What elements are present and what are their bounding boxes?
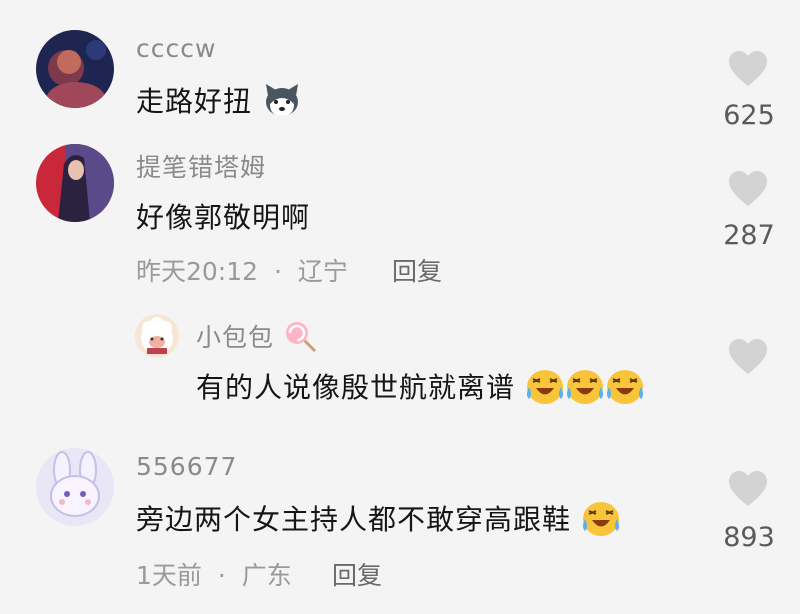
heart-icon (729, 339, 767, 374)
username[interactable]: 提笔错塔姆 (136, 148, 266, 184)
comment-meta: 1天前 · 广东 (136, 556, 292, 592)
comment-item: 556677 旁边两个女主持人都不敢穿高跟鞋 1天前 · 广东 回复 893 (0, 440, 800, 614)
laughing-crying-emoji-icon (605, 367, 645, 412)
comment-text-content: 有的人说像殷世航就离谱 (196, 371, 516, 404)
comment-meta: 昨天20:12 · 辽宁 (136, 252, 348, 288)
username: 小包包 (196, 318, 317, 359)
husky-dog-emoji-icon (262, 82, 302, 125)
separator: · (217, 561, 226, 590)
comment-item: 提笔错塔姆 好像郭敬明啊 昨天20:12 · 辽宁 回复 287 (0, 140, 800, 300)
comment-text-content: 旁边两个女主持人都不敢穿高跟鞋 (136, 503, 572, 536)
separator: · (274, 257, 282, 286)
laughing-crying-emoji-icon (525, 367, 565, 412)
like-count: 893 (723, 522, 775, 553)
like-count: 287 (723, 220, 775, 251)
username[interactable]: 556677 (136, 452, 237, 481)
timestamp: 1天前 (136, 561, 202, 590)
heart-icon (729, 471, 767, 506)
like-button[interactable] (718, 170, 778, 208)
reply-comment-item: 小包包 有的人说像殷世航就离谱 (0, 300, 800, 440)
heart-icon (729, 51, 767, 86)
location: 广东 (241, 561, 292, 590)
comment-text: 有的人说像殷世航就离谱 (196, 366, 645, 412)
like-button[interactable] (718, 338, 778, 376)
avatar[interactable] (36, 30, 114, 108)
comment-item: ccccw 走路好扭 625 (0, 0, 800, 140)
username-text[interactable]: 小包包 (196, 323, 274, 352)
username[interactable]: ccccw (136, 34, 216, 63)
comment-text: 好像郭敬明啊 (136, 201, 311, 234)
heart-icon (729, 171, 767, 206)
like-button[interactable] (718, 470, 778, 508)
location: 辽宁 (297, 257, 348, 286)
reply-button[interactable]: 回复 (332, 556, 382, 592)
avatar[interactable] (135, 314, 179, 358)
laughing-crying-emoji-icon (581, 499, 621, 544)
reply-button[interactable]: 回复 (392, 252, 442, 288)
like-count: 625 (723, 100, 775, 131)
comment-text: 走路好扭 (136, 80, 302, 125)
like-button[interactable] (718, 50, 778, 88)
timestamp: 昨天20:12 (136, 257, 259, 286)
avatar[interactable] (36, 144, 114, 222)
lollipop-icon (283, 319, 317, 359)
comment-text-content: 走路好扭 (136, 85, 253, 118)
laughing-crying-emoji-icon (565, 367, 605, 412)
avatar[interactable] (36, 448, 114, 526)
comment-text: 旁边两个女主持人都不敢穿高跟鞋 (136, 498, 621, 544)
